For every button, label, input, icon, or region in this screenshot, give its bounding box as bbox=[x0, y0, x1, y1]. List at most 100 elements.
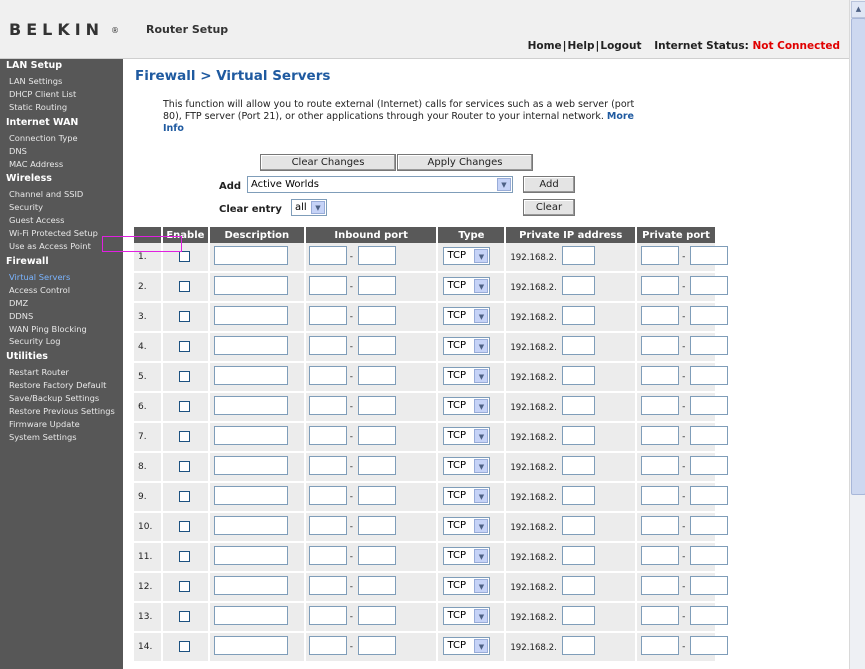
private-ip-input[interactable] bbox=[562, 636, 596, 655]
type-dropdown[interactable]: TCP ▼ bbox=[443, 487, 491, 505]
sidebar-item-lan-settings[interactable]: LAN Settings bbox=[9, 76, 62, 86]
inbound-port-end-input[interactable] bbox=[357, 336, 396, 355]
private-port-start-input[interactable] bbox=[641, 546, 680, 565]
private-ip-input[interactable] bbox=[562, 456, 596, 475]
private-port-start-input[interactable] bbox=[641, 246, 680, 265]
sidebar-item-dhcp-client-list[interactable]: DHCP Client List bbox=[9, 89, 76, 99]
private-ip-input[interactable] bbox=[562, 606, 596, 625]
private-port-start-input[interactable] bbox=[641, 276, 680, 295]
inbound-port-start-input[interactable] bbox=[308, 516, 347, 535]
inbound-port-start-input[interactable] bbox=[308, 636, 347, 655]
private-port-end-input[interactable] bbox=[690, 636, 729, 655]
type-dropdown[interactable]: TCP ▼ bbox=[443, 547, 491, 565]
sidebar-item-static-routing[interactable]: Static Routing bbox=[9, 102, 67, 112]
description-input[interactable] bbox=[213, 426, 288, 445]
inbound-port-end-input[interactable] bbox=[357, 636, 396, 655]
logout-link[interactable]: Logout bbox=[600, 40, 641, 52]
private-port-end-input[interactable] bbox=[690, 246, 729, 265]
sidebar-item-security-log[interactable]: Security Log bbox=[9, 336, 61, 346]
enable-checkbox[interactable] bbox=[178, 491, 190, 502]
description-input[interactable] bbox=[213, 396, 288, 415]
type-dropdown[interactable]: TCP ▼ bbox=[443, 247, 491, 265]
scroll-up-arrow-icon[interactable]: ▲ bbox=[851, 1, 865, 18]
description-input[interactable] bbox=[213, 486, 288, 505]
sidebar-item-dmz[interactable]: DMZ bbox=[9, 298, 28, 308]
private-port-start-input[interactable] bbox=[641, 366, 680, 385]
type-dropdown[interactable]: TCP ▼ bbox=[443, 517, 491, 535]
sidebar-item-restore-factory-default[interactable]: Restore Factory Default bbox=[9, 380, 106, 390]
private-port-end-input[interactable] bbox=[690, 276, 729, 295]
private-port-start-input[interactable] bbox=[641, 306, 680, 325]
inbound-port-end-input[interactable] bbox=[357, 546, 396, 565]
private-port-end-input[interactable] bbox=[690, 396, 729, 415]
sidebar-item-security[interactable]: Security bbox=[9, 202, 43, 212]
sidebar-item-firmware-update[interactable]: Firmware Update bbox=[9, 419, 80, 429]
chevron-down-icon[interactable]: ▼ bbox=[474, 429, 489, 443]
private-ip-input[interactable] bbox=[562, 246, 596, 265]
help-link[interactable]: Help bbox=[568, 40, 595, 52]
enable-checkbox[interactable] bbox=[178, 611, 190, 622]
description-input[interactable] bbox=[213, 366, 288, 385]
sidebar-item-use-as-access-point[interactable]: Use as Access Point bbox=[9, 241, 91, 251]
inbound-port-end-input[interactable] bbox=[357, 366, 396, 385]
type-dropdown[interactable]: TCP ▼ bbox=[443, 457, 491, 475]
type-dropdown[interactable]: TCP ▼ bbox=[443, 427, 491, 445]
private-port-start-input[interactable] bbox=[641, 336, 680, 355]
inbound-port-start-input[interactable] bbox=[308, 456, 347, 475]
description-input[interactable] bbox=[213, 546, 288, 565]
sidebar-item-dns[interactable]: DNS bbox=[9, 146, 27, 156]
sidebar-item-guest-access[interactable]: Guest Access bbox=[9, 215, 64, 225]
private-port-end-input[interactable] bbox=[690, 516, 729, 535]
private-port-end-input[interactable] bbox=[690, 546, 729, 565]
description-input[interactable] bbox=[213, 336, 288, 355]
enable-checkbox[interactable] bbox=[178, 461, 190, 472]
description-input[interactable] bbox=[213, 306, 288, 325]
type-dropdown[interactable]: TCP ▼ bbox=[443, 307, 491, 325]
inbound-port-start-input[interactable] bbox=[308, 426, 347, 445]
private-ip-input[interactable] bbox=[562, 336, 596, 355]
private-ip-input[interactable] bbox=[562, 426, 596, 445]
inbound-port-start-input[interactable] bbox=[308, 486, 347, 505]
chevron-down-icon[interactable]: ▼ bbox=[474, 369, 489, 383]
inbound-port-end-input[interactable] bbox=[357, 576, 396, 595]
chevron-down-icon[interactable]: ▼ bbox=[474, 279, 489, 293]
sidebar-item-virtual-servers[interactable]: Virtual Servers bbox=[9, 272, 70, 282]
private-ip-input[interactable] bbox=[562, 546, 596, 565]
sidebar-item-channel-and-ssid[interactable]: Channel and SSID bbox=[9, 189, 83, 199]
type-dropdown[interactable]: TCP ▼ bbox=[443, 607, 491, 625]
enable-checkbox[interactable] bbox=[178, 341, 190, 352]
private-port-start-input[interactable] bbox=[641, 576, 680, 595]
private-port-start-input[interactable] bbox=[641, 606, 680, 625]
private-port-end-input[interactable] bbox=[690, 456, 729, 475]
type-dropdown[interactable]: TCP ▼ bbox=[443, 367, 491, 385]
private-ip-input[interactable] bbox=[562, 366, 596, 385]
inbound-port-end-input[interactable] bbox=[357, 456, 396, 475]
private-port-end-input[interactable] bbox=[690, 486, 729, 505]
enable-checkbox[interactable] bbox=[178, 251, 190, 262]
enable-checkbox[interactable] bbox=[178, 431, 190, 442]
description-input[interactable] bbox=[213, 456, 288, 475]
description-input[interactable] bbox=[213, 636, 288, 655]
sidebar-item-wan-ping-blocking[interactable]: WAN Ping Blocking bbox=[9, 324, 87, 334]
service-dropdown[interactable]: Active Worlds ▼ bbox=[247, 176, 513, 193]
clear-button[interactable]: Clear bbox=[523, 199, 575, 216]
inbound-port-end-input[interactable] bbox=[357, 276, 396, 295]
sidebar-item-restore-previous-settings[interactable]: Restore Previous Settings bbox=[9, 406, 115, 416]
sidebar-item-mac-address[interactable]: MAC Address bbox=[9, 159, 63, 169]
private-ip-input[interactable] bbox=[562, 306, 596, 325]
enable-checkbox[interactable] bbox=[178, 551, 190, 562]
enable-checkbox[interactable] bbox=[178, 371, 190, 382]
sidebar-item-system-settings[interactable]: System Settings bbox=[9, 432, 77, 442]
chevron-down-icon[interactable]: ▼ bbox=[474, 609, 489, 623]
description-input[interactable] bbox=[213, 606, 288, 625]
private-port-start-input[interactable] bbox=[641, 396, 680, 415]
private-port-end-input[interactable] bbox=[690, 336, 729, 355]
private-port-end-input[interactable] bbox=[690, 366, 729, 385]
private-ip-input[interactable] bbox=[562, 396, 596, 415]
sidebar-item-restart-router[interactable]: Restart Router bbox=[9, 367, 69, 377]
private-port-start-input[interactable] bbox=[641, 486, 680, 505]
inbound-port-start-input[interactable] bbox=[308, 306, 347, 325]
inbound-port-start-input[interactable] bbox=[308, 336, 347, 355]
enable-checkbox[interactable] bbox=[178, 521, 190, 532]
inbound-port-end-input[interactable] bbox=[357, 306, 396, 325]
